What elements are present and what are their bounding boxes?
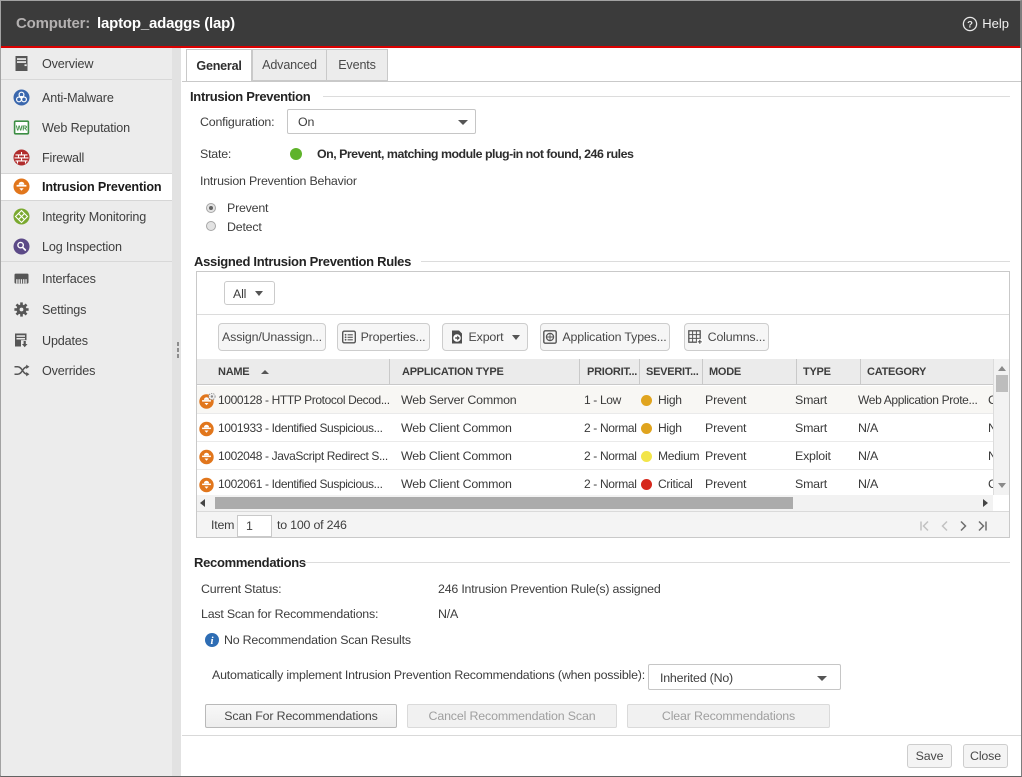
svg-text:WR: WR bbox=[16, 125, 27, 132]
svg-text:?: ? bbox=[967, 19, 973, 30]
